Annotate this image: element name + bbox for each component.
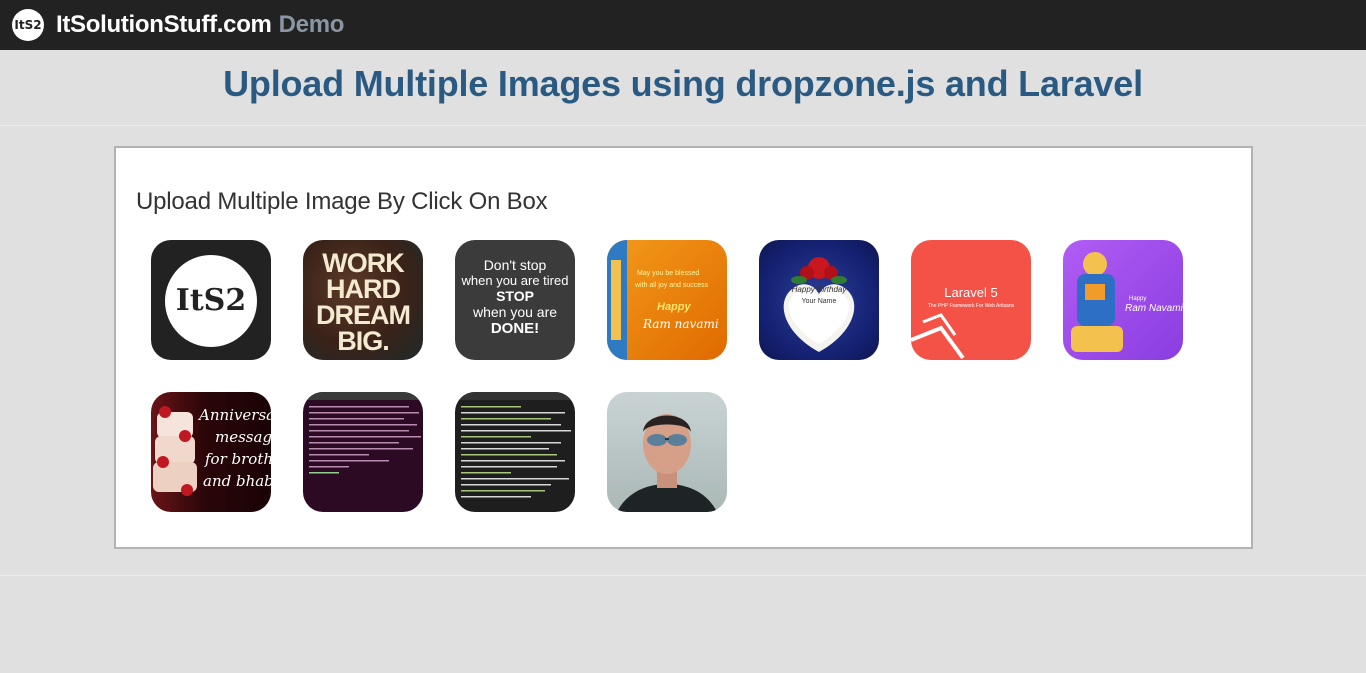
- divider-bottom: [0, 575, 1366, 576]
- ram-orange-line4: Ram navami: [643, 317, 719, 331]
- terminal-purple-image: [303, 392, 423, 474]
- image-preview-laravel5[interactable]: Laravel 5 The PHP Framework For Web Arti…: [911, 240, 1031, 360]
- image-preview-portrait[interactable]: [607, 392, 727, 512]
- anniversary-line4: and bhabh: [203, 472, 271, 490]
- image-preview-work-hard[interactable]: WORK HARD DREAM BIG.: [303, 240, 423, 360]
- dropzone-upload-area[interactable]: Upload Multiple Image By Click On Box It…: [114, 146, 1253, 549]
- laravel-logo-image: [911, 313, 965, 360]
- work-hard-line1: WORK: [322, 248, 404, 278]
- anniversary-line3: for brothe: [205, 450, 271, 468]
- portrait-image: [617, 414, 717, 512]
- brand-link[interactable]: ItSolutionStuff.com Demo: [56, 11, 344, 39]
- image-preview-its2-logo[interactable]: ItS2: [151, 240, 271, 360]
- work-hard-line2: HARD: [326, 274, 401, 304]
- terminal-dark-image: [455, 392, 575, 498]
- image-preview-terminal-dark[interactable]: [455, 392, 575, 512]
- anniversary-line2: message: [215, 428, 271, 446]
- its2-logo-text: ItS2: [175, 283, 247, 318]
- ram-orange-line3: Happy: [657, 301, 691, 313]
- work-hard-line3: DREAM: [316, 300, 411, 330]
- laravel-subtitle: The PHP Framework For Web Artisans: [927, 303, 1015, 309]
- dont-stop-line4: when you are: [472, 304, 558, 320]
- ram-figure-image: [607, 240, 627, 360]
- image-preview-ram-navami-orange[interactable]: May you be blessed with all joy and succ…: [607, 240, 727, 360]
- cake-line2: Your Name: [801, 298, 837, 305]
- divider: [0, 125, 1366, 126]
- ram-orange-line1: May you be blessed: [637, 270, 700, 277]
- ram-purple-line1: Happy: [1129, 296, 1147, 302]
- anniversary-line1: Anniversa: [199, 406, 271, 424]
- image-preview-anniversary[interactable]: Anniversa message for brothe and bhabh: [151, 392, 271, 512]
- navbar: ItS2 ItSolutionStuff.com Demo: [0, 0, 1366, 50]
- laravel-title: Laravel 5: [944, 285, 998, 300]
- image-preview-birthday-cake[interactable]: Happy Birthday Your Name: [759, 240, 879, 360]
- dont-stop-line1: Don't stop: [483, 257, 547, 273]
- work-hard-line4: BIG.: [337, 326, 390, 356]
- dont-stop-line3: STOP: [496, 288, 534, 304]
- brand-name: ItSolutionStuff.com: [56, 11, 272, 38]
- brand-demo-label: Demo: [278, 11, 345, 38]
- ram-orange-line2: with all joy and success: [635, 282, 709, 289]
- image-preview-dont-stop[interactable]: Don't stop when you are tired STOP when …: [455, 240, 575, 360]
- image-preview-terminal-purple[interactable]: [303, 392, 423, 512]
- brand-logo[interactable]: ItS2: [12, 9, 44, 41]
- ram-purple-line2: Ram Navami: [1125, 303, 1183, 314]
- dont-stop-line5: DONE!: [490, 320, 540, 337]
- image-preview-ram-navami-purple[interactable]: Happy Ram Navami: [1063, 240, 1183, 360]
- dropzone-message: Upload Multiple Image By Click On Box: [136, 188, 548, 215]
- page-title: Upload Multiple Images using dropzone.js…: [223, 63, 1143, 104]
- dont-stop-line2: when you are tired: [461, 273, 569, 288]
- cake-line1: Happy Birthday: [791, 285, 847, 294]
